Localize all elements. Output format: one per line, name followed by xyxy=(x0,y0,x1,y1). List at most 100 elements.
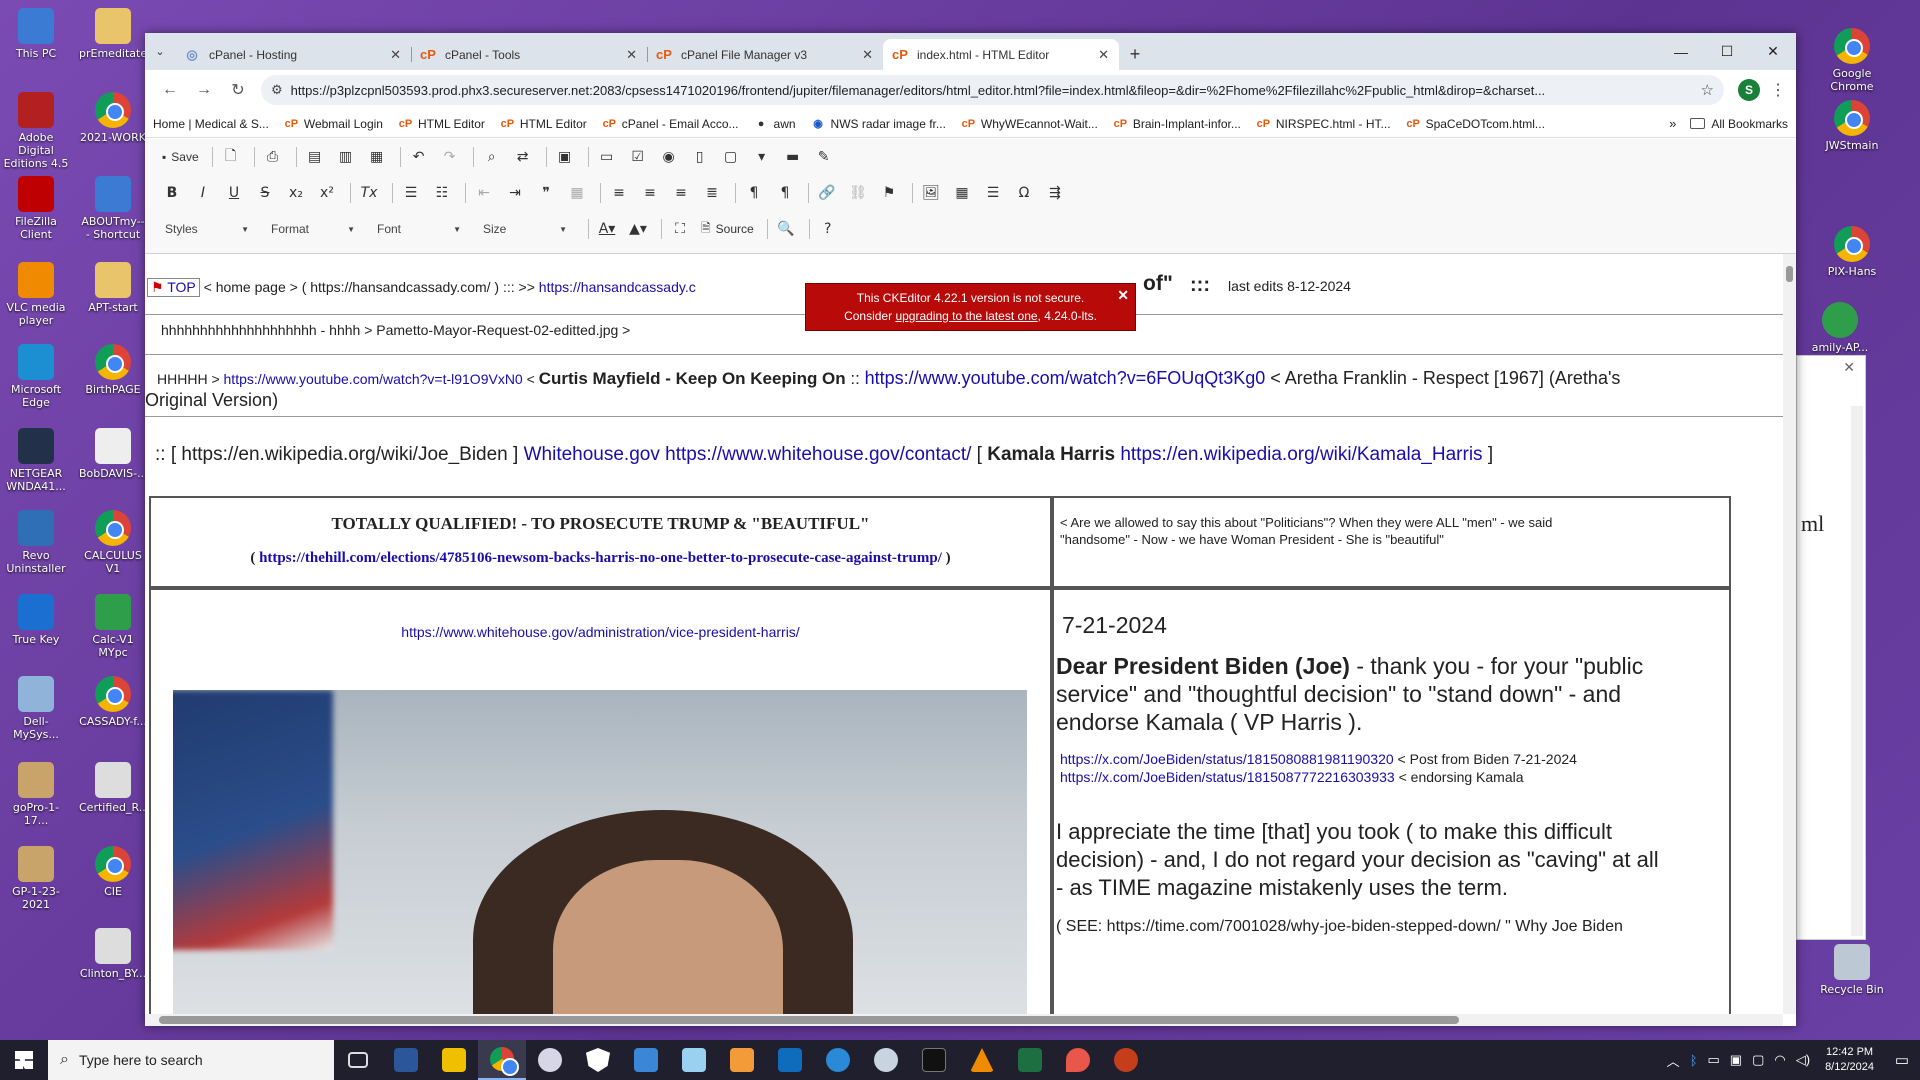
superscript-icon[interactable]: x² xyxy=(314,181,340,205)
indent-icon[interactable]: ⇥ xyxy=(502,181,528,205)
top-anchor-link[interactable]: ⚑ TOP xyxy=(147,278,200,297)
bulleted-list-icon[interactable]: ☷ xyxy=(429,181,455,205)
desktop-icon-pix-hans[interactable]: PIX-Hans xyxy=(1818,226,1886,278)
hansandcassady-link[interactable]: https://hansandcassady.c xyxy=(539,279,696,295)
close-window-button[interactable]: ✕ xyxy=(1750,33,1796,70)
taskbar-powerpoint[interactable] xyxy=(1102,1040,1150,1080)
bold-icon[interactable]: B xyxy=(159,181,185,205)
desktop-icon-google-chrome[interactable]: Google Chrome xyxy=(1818,28,1886,93)
tab-file-manager[interactable]: cP cPanel File Manager v3 ✕ xyxy=(647,39,883,70)
desktop-icon-20[interactable]: GP-1-23-2021 xyxy=(2,846,70,911)
justify-icon[interactable]: ≣ xyxy=(699,181,725,205)
desktop-icon-4[interactable]: FileZilla Client xyxy=(2,176,70,241)
new-tab-button[interactable]: + xyxy=(1119,39,1151,70)
taskbar-app-8[interactable] xyxy=(670,1040,718,1080)
outdent-icon[interactable]: ⇤ xyxy=(471,181,497,205)
desktop-icon-recycle-bin[interactable]: Recycle Bin xyxy=(1818,944,1886,996)
desktop-icon-19[interactable]: Certified_R... xyxy=(79,762,149,814)
taskbar-search[interactable]: ⌕ Type here to search xyxy=(48,1040,334,1080)
desktop-icon-8[interactable]: Microsoft Edge xyxy=(2,344,70,409)
remove-format-icon[interactable]: Tx xyxy=(356,181,382,205)
editor-content[interactable]: ⚑ TOP < home page > ( https://hansandcas… xyxy=(145,254,1783,1014)
site-info-icon[interactable]: ⚙ xyxy=(271,82,283,98)
desktop-icon-14[interactable]: True Key xyxy=(2,594,70,646)
page-break-icon[interactable]: ⇶ xyxy=(1042,181,1068,205)
profile-avatar[interactable]: S xyxy=(1738,79,1760,101)
desktop-icon-family-ap[interactable]: amily-AP... xyxy=(1806,302,1874,354)
form-icon[interactable]: ▭ xyxy=(594,145,620,169)
save-button[interactable]: ▪ Save xyxy=(159,145,202,169)
notifications-icon[interactable]: ▭ xyxy=(1884,1051,1920,1069)
taskbar-explorer[interactable] xyxy=(430,1040,478,1080)
special-char-icon[interactable]: Ω xyxy=(1011,181,1037,205)
taskbar-outlook[interactable] xyxy=(766,1040,814,1080)
radio-icon[interactable]: ◉ xyxy=(656,145,682,169)
vice-president-link[interactable]: https://www.whitehouse.gov/administratio… xyxy=(401,624,799,640)
biden-post-link[interactable]: https://x.com/JoeBiden/status/1815080881… xyxy=(1060,751,1394,767)
taskbar-excel[interactable] xyxy=(1006,1040,1054,1080)
align-left-icon[interactable]: ≡ xyxy=(606,181,632,205)
desktop-icon-1[interactable]: prEmeditate xyxy=(79,8,147,60)
desktop-icon-17[interactable]: CASSADY-f... xyxy=(79,676,147,728)
undo-icon[interactable]: ↶ xyxy=(406,145,432,169)
omnibox[interactable]: ⚙ https://p3plzcpnl503593.prod.phx3.secu… xyxy=(261,75,1724,105)
bookmark-email-accounts[interactable]: cP cPanel - Email Acco... xyxy=(603,117,739,131)
kamala-wiki-link[interactable]: https://en.wikipedia.org/wiki/Kamala_Har… xyxy=(1120,444,1482,465)
subscript-icon[interactable]: x₂ xyxy=(283,181,309,205)
anchor-icon[interactable]: ⚑ xyxy=(876,181,902,205)
chevron-up-icon[interactable]: ︿ xyxy=(1667,1051,1680,1070)
underline-icon[interactable]: U xyxy=(221,181,247,205)
size-dropdown[interactable]: Size ▼ xyxy=(477,217,573,241)
taskbar-app-12[interactable] xyxy=(862,1040,910,1080)
desktop-icon-jwstmain[interactable]: JWStmain xyxy=(1818,100,1886,152)
new-page-icon[interactable]: 🗋 xyxy=(218,145,244,169)
bookmark-nirspec[interactable]: cP NIRSPEC.html - HT... xyxy=(1257,117,1391,131)
taskbar-vlc[interactable] xyxy=(958,1040,1006,1080)
preview-icon[interactable]: 🔍 xyxy=(773,217,799,241)
link-icon[interactable]: 🔗 xyxy=(814,181,840,205)
paste-text-icon[interactable]: ▥ xyxy=(333,145,359,169)
editor-horizontal-scrollbar[interactable] xyxy=(145,1014,1783,1026)
tab-search-dropdown[interactable]: ⌄ xyxy=(145,33,175,70)
strike-icon[interactable]: S xyxy=(252,181,278,205)
textfield-icon[interactable]: ▯ xyxy=(687,145,713,169)
taskbar-app-11[interactable] xyxy=(814,1040,862,1080)
taskbar-app-5[interactable] xyxy=(526,1040,574,1080)
background-color-icon[interactable]: ▲▾ xyxy=(625,217,651,241)
taskbar-terminal[interactable] xyxy=(910,1040,958,1080)
desktop-icon-7[interactable]: APT-start xyxy=(79,262,147,314)
url-text[interactable]: https://p3plzcpnl503593.prod.phx3.secure… xyxy=(291,83,1701,98)
close-icon[interactable]: ✕ xyxy=(1843,359,1855,376)
rtl-icon[interactable]: ¶ xyxy=(772,181,798,205)
taskbar-chrome[interactable] xyxy=(478,1040,526,1080)
desktop-icon-11[interactable]: BobDAVIS-... xyxy=(79,428,148,480)
format-dropdown[interactable]: Format ▼ xyxy=(265,217,361,241)
all-bookmarks-button[interactable]: All Bookmarks xyxy=(1690,117,1788,131)
minimize-button[interactable]: — xyxy=(1658,33,1704,70)
desktop-icon-0[interactable]: This PC xyxy=(2,8,70,60)
desktop-icon-6[interactable]: VLC media player xyxy=(2,262,70,327)
close-notice-icon[interactable]: ✕ xyxy=(1117,286,1129,304)
whitehouse-link[interactable]: Whitehouse.gov xyxy=(524,444,660,465)
paste-word-icon[interactable]: ▦ xyxy=(364,145,390,169)
desktop-icon-13[interactable]: CALCULUS V1 xyxy=(79,510,147,575)
close-tab-icon[interactable]: ✕ xyxy=(626,47,637,63)
back-button[interactable]: ← xyxy=(153,74,187,106)
source-button[interactable]: 🗎 Source xyxy=(698,217,757,241)
select-field-icon[interactable]: ▾ xyxy=(749,145,775,169)
close-tab-icon[interactable]: ✕ xyxy=(390,47,401,63)
button-field-icon[interactable]: ▬ xyxy=(780,145,806,169)
redo-icon[interactable]: ↷ xyxy=(437,145,463,169)
volume-icon[interactable]: ◁) xyxy=(1796,1052,1810,1068)
font-dropdown[interactable]: Font ▼ xyxy=(371,217,467,241)
biden-endorse-link[interactable]: https://x.com/JoeBiden/status/1815087772… xyxy=(1060,769,1395,785)
bookmark-brain-implant[interactable]: cP Brain-Implant-infor... xyxy=(1114,117,1241,131)
maximize-button[interactable]: ☐ xyxy=(1704,33,1750,70)
numbered-list-icon[interactable]: ☰ xyxy=(398,181,424,205)
desktop-icon-10[interactable]: NETGEAR WNDA41... xyxy=(2,428,70,493)
bookmark-star-icon[interactable]: ☆ xyxy=(1701,81,1714,99)
desktop-icon-12[interactable]: Revo Uninstaller xyxy=(2,510,70,575)
aretha-franklin-link[interactable]: https://www.youtube.com/watch?v=6FOUqQt3… xyxy=(865,368,1266,388)
display-icon[interactable]: ▢ xyxy=(1752,1052,1764,1068)
table-icon[interactable]: ▦ xyxy=(949,181,975,205)
